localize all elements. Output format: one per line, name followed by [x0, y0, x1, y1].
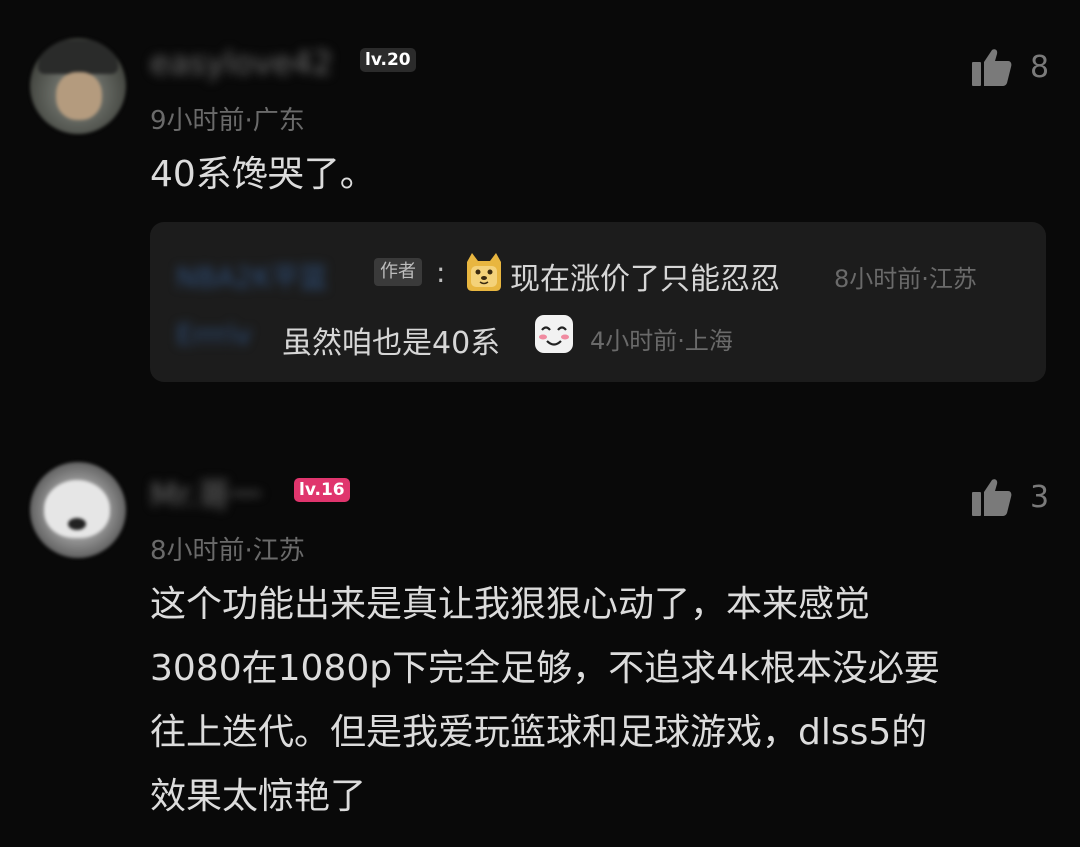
- username[interactable]: easylove42: [150, 44, 333, 82]
- author-tag: 作者: [374, 258, 422, 286]
- avatar[interactable]: [30, 462, 126, 558]
- level-badge: lv.20: [360, 48, 416, 72]
- reply-text: 虽然咱也是40系: [282, 326, 501, 361]
- comment-meta: 9小时前·广东: [150, 106, 305, 136]
- reply-text: 现在涨价了只能忍忍: [510, 262, 780, 297]
- comment-meta: 8小时前·江苏: [150, 536, 305, 566]
- dog-face-emoji-icon: [467, 253, 501, 291]
- comment-text-line: 往上迭代。但是我爱玩篮球和足球游戏，dlss5的: [150, 712, 928, 753]
- like-button[interactable]: 3: [972, 478, 1049, 516]
- comment-text-line: 这个功能出来是真让我狠狠心动了，本来感觉: [150, 584, 871, 625]
- comment-text-line: 3080在1080p下完全足够，不追求4k根本没必要: [150, 648, 940, 689]
- like-count: 8: [1030, 49, 1050, 85]
- blush-smile-emoji-icon: [535, 315, 573, 353]
- comment-text-line: 效果太惊艳了: [150, 776, 367, 817]
- reply-username[interactable]: NBA2K平篮: [176, 256, 328, 296]
- level-badge: lv.16: [294, 478, 350, 502]
- reply-username[interactable]: Errriv: [176, 318, 252, 351]
- comment-text: 40系馋哭了。: [150, 154, 376, 195]
- thumbs-up-icon: [972, 49, 1012, 86]
- comment-feed: easylove42 lv.20 9小时前·广东 40系馋哭了。 8 NBA2K…: [0, 0, 1080, 847]
- avatar[interactable]: [30, 38, 126, 134]
- like-button[interactable]: 8: [972, 48, 1049, 86]
- like-count: 3: [1030, 479, 1050, 515]
- username[interactable]: Mr.哥一: [150, 470, 262, 516]
- reply-meta: 4小时前·上海: [590, 327, 733, 355]
- thumbs-up-icon: [972, 479, 1012, 516]
- reply-meta: 8小时前·江苏: [834, 265, 977, 293]
- reply-colon: :: [436, 256, 446, 289]
